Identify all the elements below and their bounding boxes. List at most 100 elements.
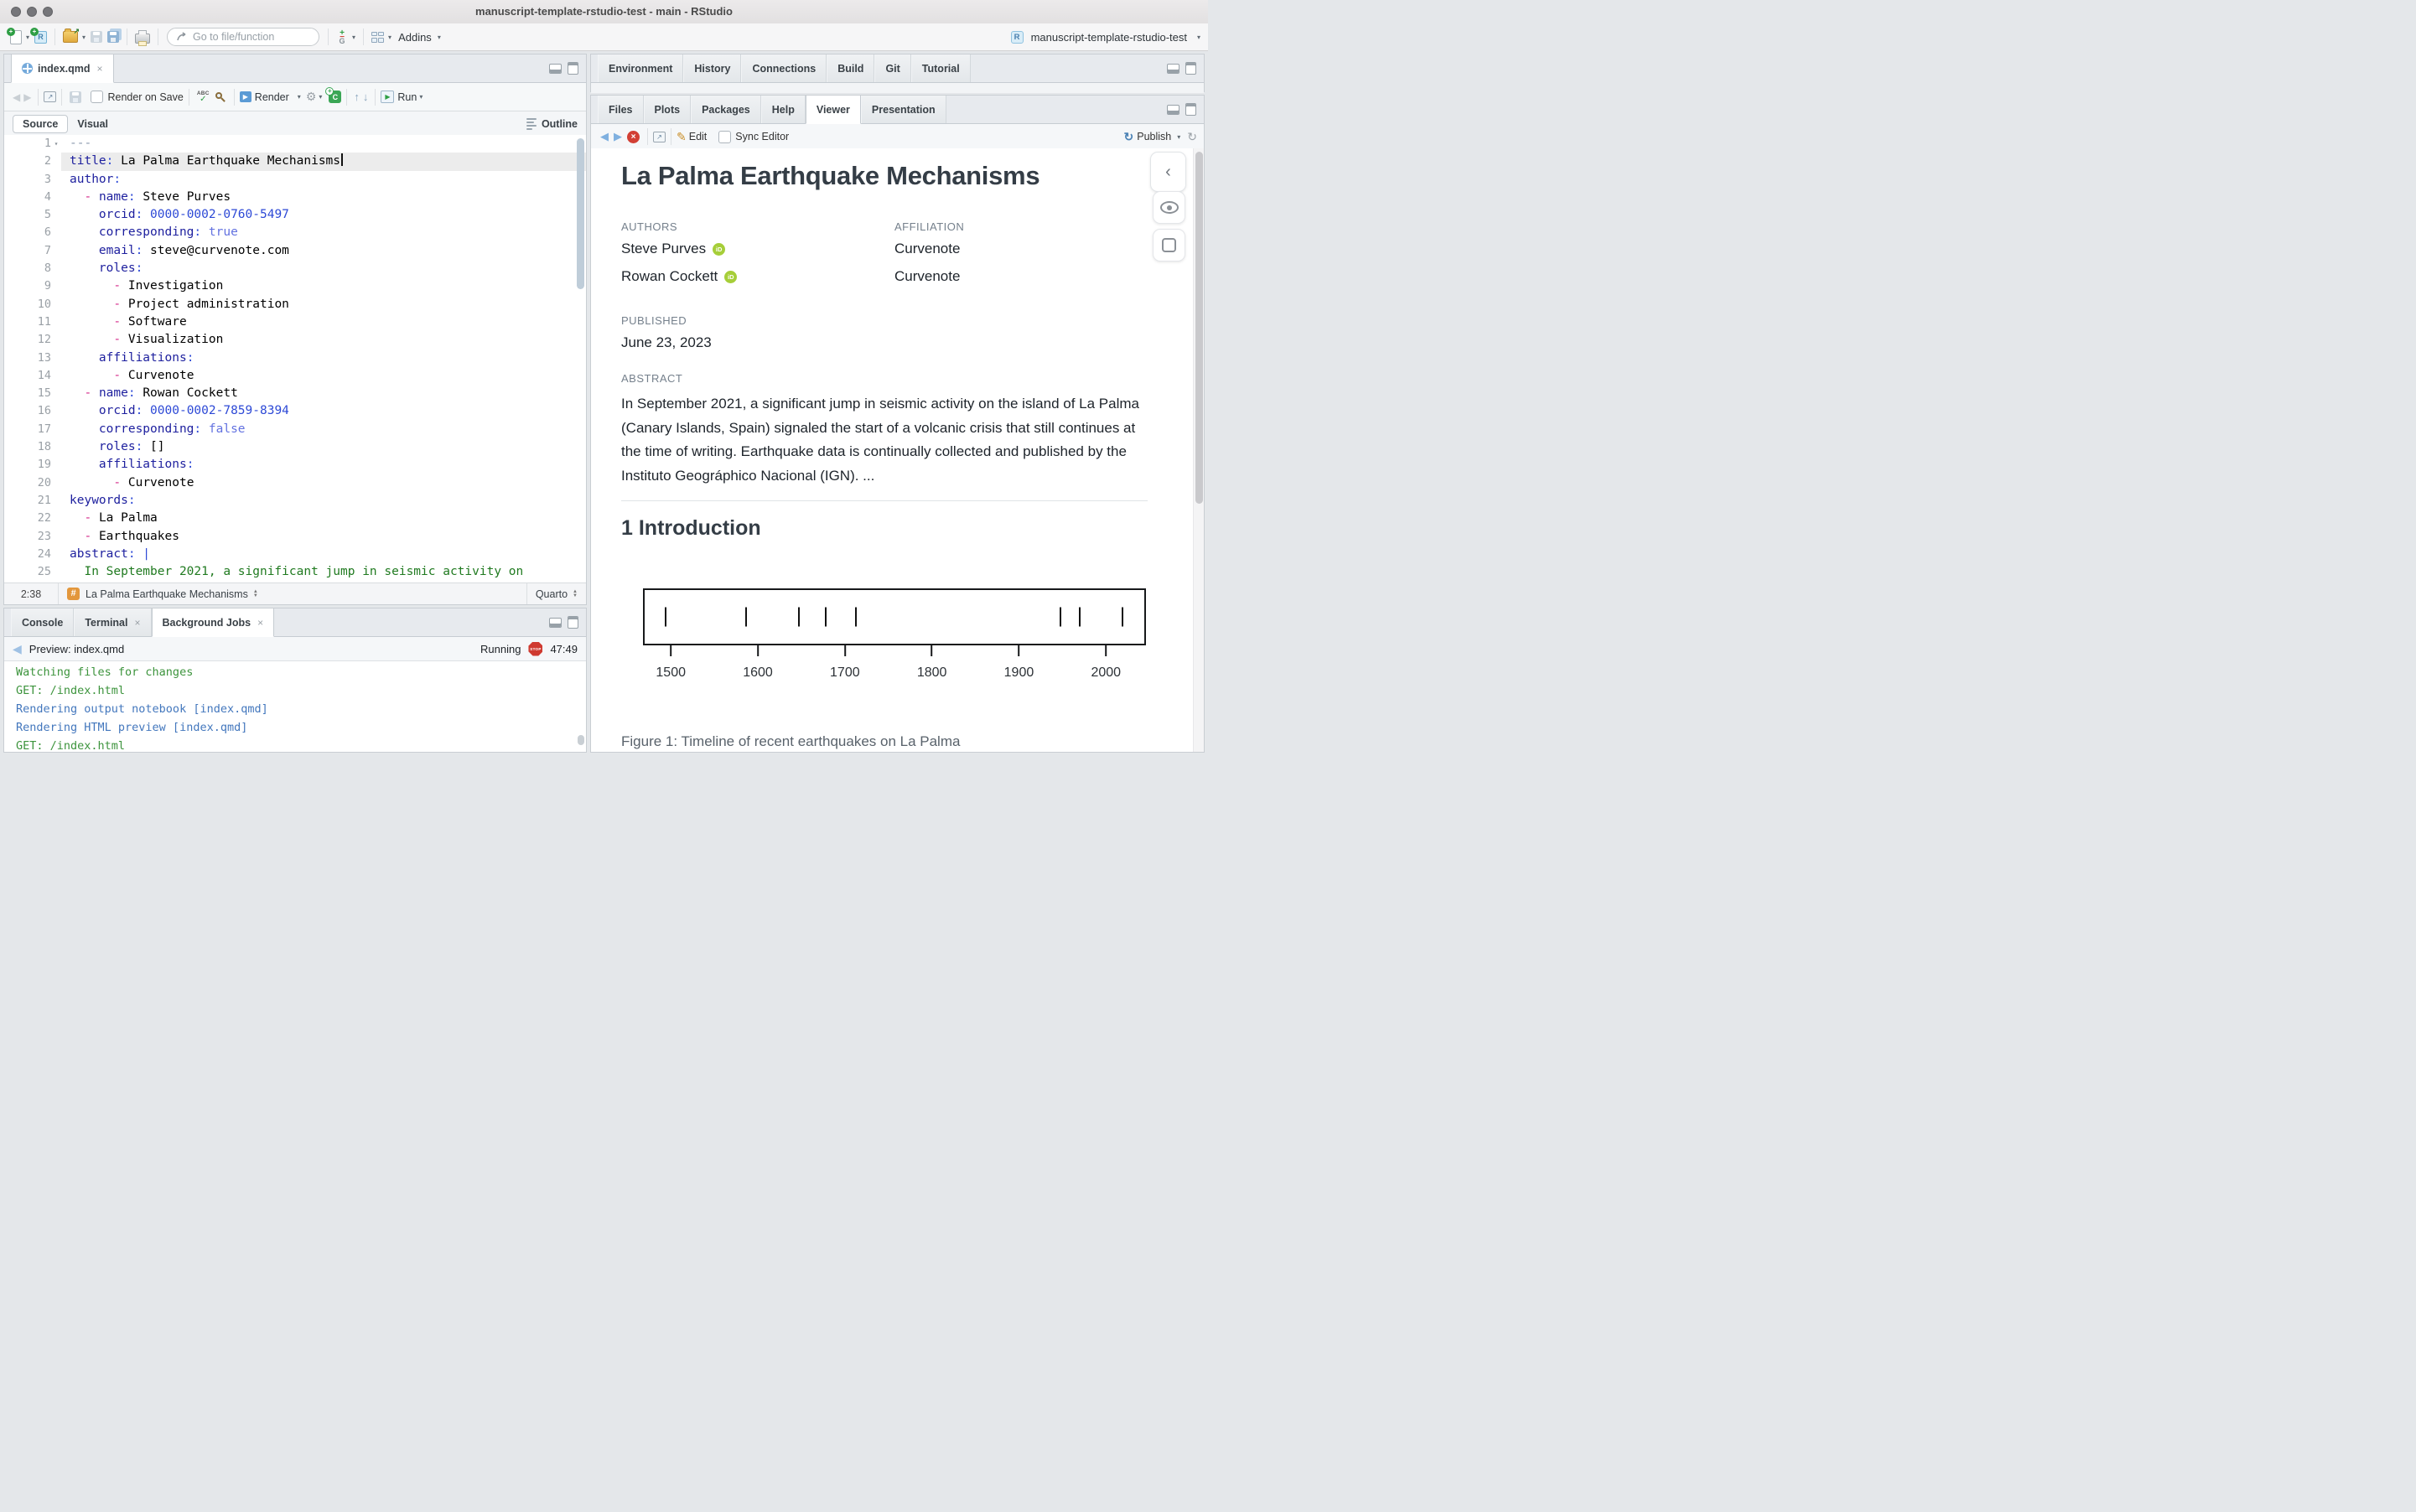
code-editor[interactable]: 1▾---2title: La Palma Earthquake Mechani… — [4, 135, 586, 583]
go-up-icon[interactable]: ↑ — [354, 91, 360, 103]
orcid-icon[interactable]: iD — [713, 243, 725, 256]
save-all-button[interactable] — [105, 29, 122, 44]
open-file-button[interactable]: ↗▾ — [60, 29, 88, 44]
maximize-pane-icon[interactable] — [568, 616, 578, 629]
console-output[interactable]: Watching files for changesGET: /index.ht… — [4, 660, 586, 752]
tab-packages[interactable]: Packages — [691, 96, 761, 123]
panes-layout-button[interactable]: ▾ — [369, 30, 394, 44]
publish-label: Publish — [1137, 131, 1171, 142]
tab-label: Build — [837, 63, 863, 75]
orcid-icon[interactable]: iD — [724, 271, 737, 283]
maximize-pane-icon[interactable] — [1185, 62, 1196, 75]
addins-button[interactable]: Addins▾ — [394, 29, 443, 45]
clear-viewer-icon[interactable]: × — [627, 131, 640, 143]
divider — [58, 583, 59, 604]
chevron-down-icon[interactable]: ▾ — [298, 93, 301, 101]
close-tab-icon[interactable]: × — [97, 63, 103, 75]
tab-console[interactable]: Console — [11, 608, 74, 636]
tab-connections[interactable]: Connections — [741, 54, 827, 82]
tab-viewer[interactable]: Viewer — [806, 96, 861, 124]
go-down-icon[interactable]: ↓ — [363, 91, 369, 103]
edit-button[interactable]: Edit — [689, 131, 708, 142]
tab-background-jobs[interactable]: Background Jobs × — [152, 608, 275, 637]
section-icon: # — [67, 588, 80, 600]
visibility-toggle-button[interactable] — [1153, 191, 1185, 224]
render-button[interactable]: Render — [255, 91, 289, 103]
spellcheck-icon[interactable]: ABC✓ — [197, 91, 210, 103]
notes-button[interactable] — [1153, 229, 1185, 261]
viewer-forward-icon[interactable]: ▶ — [614, 130, 622, 143]
outline-icon — [526, 118, 537, 130]
section-jump-button[interactable]: La Palma Earthquake Mechanisms — [86, 588, 248, 600]
close-tab-icon[interactable]: × — [134, 617, 140, 629]
popout-icon[interactable]: ↗ — [653, 132, 666, 142]
new-project-button[interactable]: R+ — [32, 29, 49, 45]
new-chunk-icon[interactable]: C — [329, 91, 341, 103]
console-scrollbar[interactable] — [578, 735, 584, 745]
tab-source[interactable]: Source — [13, 115, 68, 133]
format-label: Quarto — [536, 588, 568, 600]
minimize-pane-icon[interactable] — [1167, 105, 1179, 115]
tab-tutorial[interactable]: Tutorial — [911, 54, 971, 82]
outline-button[interactable]: Outline — [526, 118, 578, 130]
viewer-back-icon[interactable]: ◀ — [600, 130, 609, 143]
divider — [54, 28, 55, 45]
new-file-button[interactable]: +▾ — [8, 28, 32, 46]
stop-job-icon[interactable]: STOP — [528, 642, 542, 656]
minimize-pane-icon[interactable] — [1167, 64, 1179, 74]
print-icon — [135, 34, 150, 44]
collapse-panel-button[interactable]: ‹ — [1150, 152, 1186, 192]
chevron-down-icon[interactable]: ▾ — [319, 93, 322, 101]
chevron-down-icon[interactable]: ▾ — [419, 93, 423, 101]
chevron-left-icon: ‹ — [1165, 163, 1171, 182]
search-icon[interactable] — [215, 91, 226, 103]
tab-visual[interactable]: Visual — [68, 116, 117, 132]
save-icon[interactable] — [70, 91, 81, 103]
tab-index-qmd[interactable]: index.qmd × — [11, 54, 114, 83]
section-heading: 1 Introduction — [621, 516, 1148, 541]
axis-tick: 1500 — [656, 645, 686, 681]
tab-files[interactable]: Files — [598, 96, 644, 123]
render-on-save-checkbox[interactable] — [91, 91, 103, 103]
viewer-scrollbar-thumb[interactable] — [1195, 152, 1203, 504]
sync-editor-label: Sync Editor — [735, 131, 789, 142]
tab-plots[interactable]: Plots — [644, 96, 692, 123]
maximize-pane-icon[interactable] — [1185, 103, 1196, 116]
minimize-pane-icon[interactable] — [549, 64, 562, 74]
publish-button[interactable]: ↻ Publish ▾ — [1124, 130, 1181, 144]
tab-terminal[interactable]: Terminal× — [74, 608, 151, 636]
tab-help[interactable]: Help — [761, 96, 806, 123]
sync-editor-checkbox[interactable] — [718, 131, 731, 143]
gear-icon[interactable]: ⚙ — [306, 90, 317, 104]
minimize-pane-icon[interactable] — [549, 618, 562, 628]
section-updown-icon: ▲▼ — [253, 590, 258, 598]
tab-label: Background Jobs — [163, 617, 251, 629]
tab-build[interactable]: Build — [827, 54, 874, 82]
chevron-down-icon: ▾ — [82, 34, 86, 41]
run-button[interactable]: Run — [397, 91, 417, 103]
tab-history[interactable]: History — [683, 54, 741, 82]
goto-file-input[interactable]: Go to file/function — [167, 28, 319, 46]
refresh-icon[interactable]: ↻ — [1187, 130, 1197, 144]
forward-icon[interactable]: ▶ — [23, 91, 31, 103]
version-control-button[interactable]: +−G▾ — [334, 29, 358, 45]
job-elapsed-time: 47:49 — [550, 643, 578, 655]
author-affiliation: Curvenote — [894, 268, 1148, 285]
editor-scrollbar[interactable] — [577, 138, 584, 289]
tab-presentation[interactable]: Presentation — [861, 96, 946, 123]
rendered-document: La Palma Earthquake Mechanisms AUTHORS A… — [591, 148, 1204, 750]
project-menu-button[interactable]: R manuscript-template-rstudio-test ▾ — [1011, 31, 1200, 44]
figure-plot — [643, 588, 1146, 645]
viewer-scrollbar[interactable] — [1193, 148, 1204, 752]
save-button[interactable] — [88, 29, 105, 44]
format-selector[interactable]: Quarto ▲▼ — [526, 583, 586, 604]
tab-git[interactable]: Git — [874, 54, 910, 82]
viewer-tabbar: Files Plots Packages Help Viewer Present… — [591, 96, 1204, 124]
close-tab-icon[interactable]: × — [257, 617, 263, 629]
print-button[interactable] — [132, 29, 153, 45]
back-icon[interactable]: ◀ — [13, 91, 20, 103]
tab-environment[interactable]: Environment — [598, 54, 683, 82]
maximize-pane-icon[interactable] — [568, 62, 578, 75]
popout-icon[interactable]: ↗ — [44, 91, 56, 102]
job-back-icon[interactable]: ◀ — [13, 642, 22, 656]
